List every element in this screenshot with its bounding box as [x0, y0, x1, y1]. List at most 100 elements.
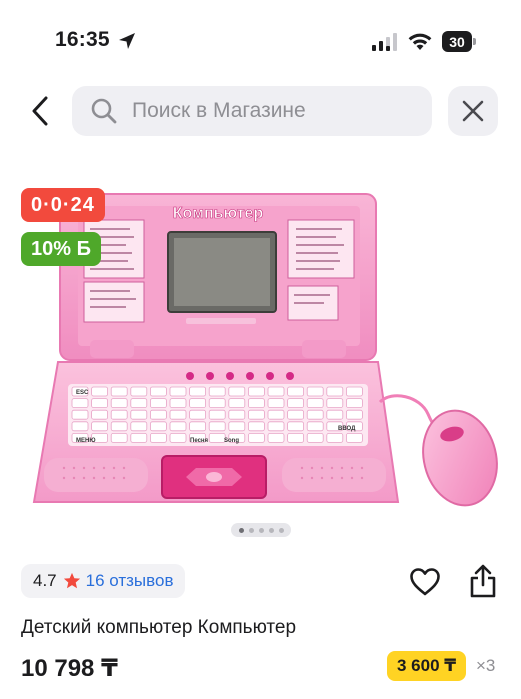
keyboard-key — [228, 421, 246, 432]
keyboard-key — [110, 421, 128, 432]
keyboard-key — [110, 398, 128, 409]
keyboard-key — [169, 432, 187, 443]
laptop-brand-label: Компьютер — [173, 205, 264, 222]
keyboard-key — [326, 432, 344, 443]
keyboard-key — [149, 409, 167, 420]
keyboard-key — [189, 398, 207, 409]
keyboard-key — [228, 398, 246, 409]
keyboard-key — [149, 421, 167, 432]
keyboard-key — [208, 398, 226, 409]
keyboard-key — [345, 386, 363, 397]
keyboard-key — [130, 432, 148, 443]
keyboard-key — [130, 398, 148, 409]
search-bar[interactable] — [72, 86, 432, 136]
battery-level: 30 — [442, 31, 472, 52]
key-song-en: Song — [224, 438, 239, 444]
keyboard-key — [247, 386, 265, 397]
timer-badge: 0·0·24 — [21, 188, 105, 222]
keyboard-key — [267, 398, 285, 409]
favorite-heart-icon[interactable] — [409, 567, 441, 597]
keyboard-key — [208, 421, 226, 432]
keyboard-key — [345, 409, 363, 420]
pager-dot — [248, 527, 254, 533]
keyboard-key — [326, 398, 344, 409]
keyboard-key — [110, 386, 128, 397]
toy-mouse — [422, 409, 498, 507]
keyboard-key — [287, 409, 305, 420]
keyboard-key — [110, 432, 128, 443]
keyboard-key — [208, 386, 226, 397]
keyboard-key — [189, 421, 207, 432]
keyboard-key — [326, 386, 344, 397]
keyboard-key — [247, 409, 265, 420]
back-button[interactable] — [20, 90, 60, 132]
close-icon — [462, 100, 484, 122]
keyboard-key — [91, 409, 108, 420]
keyboard-key — [345, 398, 363, 409]
cellular-signal-icon — [372, 33, 397, 51]
share-icon[interactable] — [468, 563, 498, 599]
keyboard-key — [71, 409, 89, 420]
keyboard-key — [247, 432, 265, 443]
status-time: 16:35 — [55, 28, 110, 51]
installment-multiplier: ×3 — [476, 656, 496, 675]
keyboard-key — [306, 386, 324, 397]
keyboard-key — [149, 432, 167, 443]
keyboard-key — [208, 432, 226, 443]
product-price: 10 798 ₸ — [21, 655, 118, 682]
keyboard-key — [306, 432, 324, 443]
pager-dot — [268, 527, 274, 533]
star-icon — [63, 572, 80, 589]
keyboard-key — [345, 432, 363, 443]
keyboard-key — [306, 398, 324, 409]
keyboard-key — [189, 409, 207, 420]
keyboard-key — [91, 398, 108, 409]
keyboard-key — [267, 432, 285, 443]
product-title: Детский компьютер Компьютер — [21, 617, 297, 638]
keyboard-key — [228, 386, 246, 397]
pager-dot — [278, 527, 284, 533]
gallery-pager[interactable] — [231, 523, 291, 537]
search-icon — [91, 98, 117, 124]
laptop-speaker-left — [44, 458, 148, 492]
keyboard-key — [267, 386, 285, 397]
keyboard-key — [110, 409, 128, 420]
close-button[interactable] — [448, 86, 498, 136]
key-menu: МЕНЮ — [76, 438, 96, 444]
keyboard-key — [169, 386, 187, 397]
keyboard-key — [130, 386, 148, 397]
keyboard-key — [306, 421, 324, 432]
keyboard-key — [287, 386, 305, 397]
keyboard-key — [267, 409, 285, 420]
pager-dot — [238, 527, 244, 533]
keyboard-key — [71, 421, 89, 432]
keyboard-key — [91, 421, 108, 432]
keyboard-key — [228, 409, 246, 420]
keyboard-key — [287, 421, 305, 432]
key-song: Песня — [190, 438, 209, 444]
keyboard-key — [208, 409, 226, 420]
rating-pill[interactable]: 4.7 16 отзывов — [21, 564, 186, 598]
keyboard-key — [189, 386, 207, 397]
keyboard-key — [130, 421, 148, 432]
battery-icon: 30 — [442, 31, 476, 52]
keyboard-key — [287, 398, 305, 409]
search-input[interactable] — [132, 99, 412, 123]
installment-badge[interactable]: 3 600 ₸ — [387, 651, 467, 681]
keyboard-key — [169, 421, 187, 432]
keyboard-key — [306, 409, 324, 420]
keyboard-key — [247, 398, 265, 409]
keyboard-key — [326, 409, 344, 420]
rating-value: 4.7 — [33, 571, 57, 590]
keyboard-key — [149, 386, 167, 397]
keyboard-key — [287, 432, 305, 443]
keyboard-key — [267, 421, 285, 432]
reviews-link[interactable]: 16 отзывов — [86, 571, 174, 591]
keyboard-key — [169, 409, 187, 420]
keyboard-key — [130, 409, 148, 420]
status-bar: 16:35 30 — [0, 0, 521, 80]
keyboard-key — [91, 386, 108, 397]
key-esc: ESC — [76, 390, 89, 396]
keyboard-key — [71, 398, 89, 409]
discount-badge: 10% Б — [21, 232, 101, 266]
